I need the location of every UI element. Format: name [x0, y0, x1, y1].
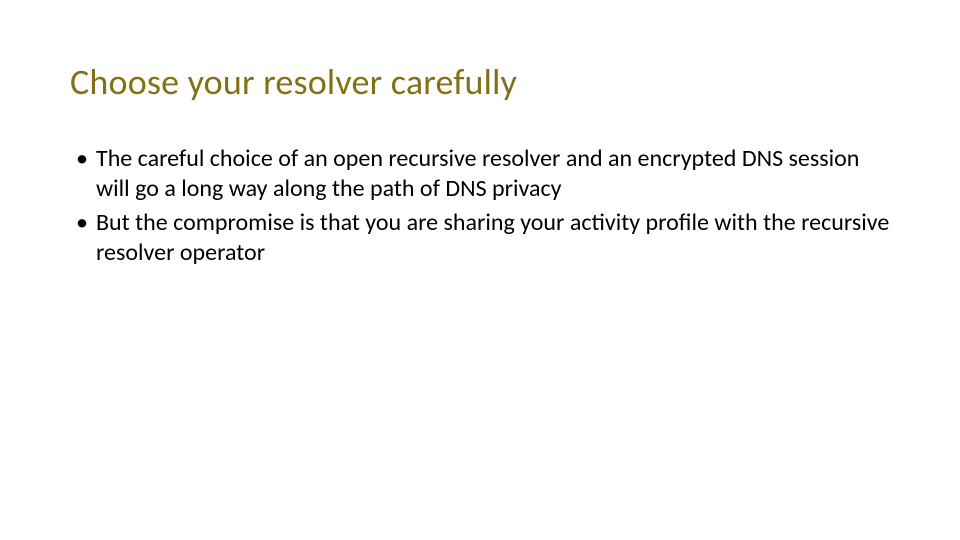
list-item: But the compromise is that you are shari…: [70, 208, 890, 268]
slide: Choose your resolver carefully The caref…: [0, 0, 960, 540]
slide-title: Choose your resolver carefully: [70, 60, 890, 104]
list-item: The careful choice of an open recursive …: [70, 144, 890, 204]
bullet-list: The careful choice of an open recursive …: [70, 144, 890, 268]
